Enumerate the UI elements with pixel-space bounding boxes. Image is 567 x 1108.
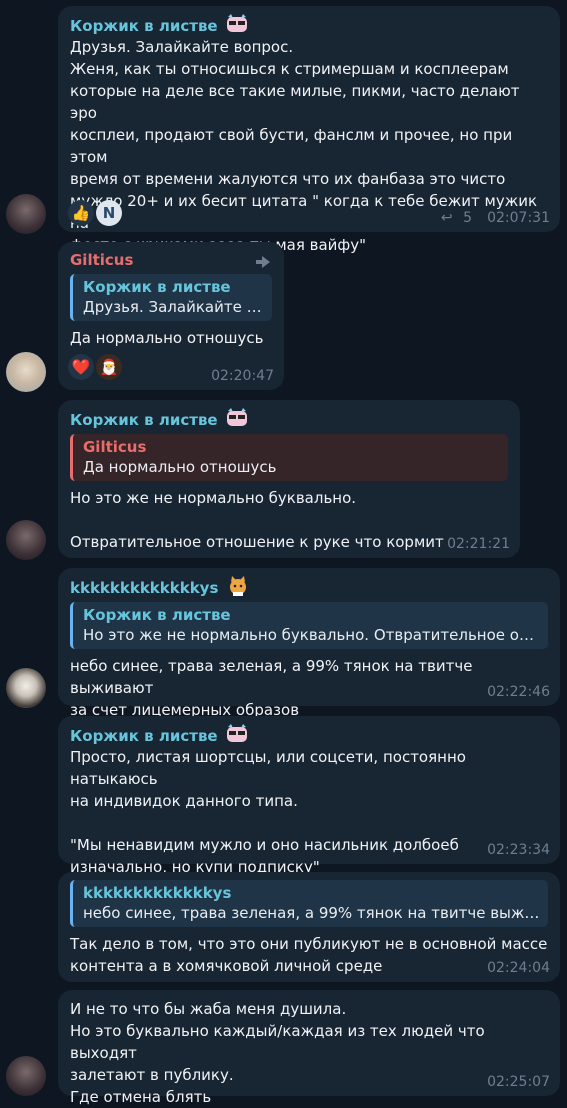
reply-preview[interactable]: kkkkkkkkkkkkkys небо синее, трава зелена… (70, 880, 548, 927)
forward-icon[interactable] (256, 254, 270, 268)
message-bubble[interactable]: kkkkkkkkkkkkkys Коржик в листве Но это ж… (58, 568, 560, 719)
reply-text: Да нормально отношусь (83, 458, 277, 476)
message-bubble[interactable]: Gilticus Коржик в листве Друзья. Залайка… (58, 242, 284, 390)
message-time: 02:07:31 (487, 210, 550, 226)
reply-text: Друзья. Залайкайте в... (83, 298, 264, 316)
message-text: Просто, листая шортсцы, или соцсети, пос… (70, 748, 471, 876)
reply-preview[interactable]: Коржик в листве Но это же не нормально б… (70, 602, 548, 649)
reply-preview[interactable]: Gilticus Да нормально отношусь (70, 434, 508, 481)
avatar[interactable] (6, 668, 46, 708)
message-bubble[interactable]: Коржик в листве Gilticus Да нормально от… (58, 400, 520, 558)
sender-name[interactable]: Коржик в листве (70, 14, 548, 36)
reply-author: kkkkkkkkkkkkkys (83, 884, 232, 902)
message-time: 02:24:04 (487, 960, 550, 976)
message-time: 02:23:34 (487, 842, 550, 858)
avatar[interactable] (6, 352, 46, 392)
message-text: И не то что бы жаба меня душила. Но это б… (70, 1000, 490, 1106)
avatar[interactable] (6, 194, 46, 234)
message-time: 02:25:07 (487, 1074, 550, 1090)
reply-text: Но это же не нормально буквально. Отврат… (83, 626, 540, 644)
message-bubble[interactable]: Коржик в листве Просто, листая шортсцы, … (58, 716, 560, 876)
reaction-thumbs-up[interactable]: 👍 (68, 200, 94, 226)
message-text: небо синее, трава зеленая, а 99% тянок н… (70, 657, 478, 719)
message-time: 02:20:47 (211, 368, 274, 384)
reply-author: Коржик в листве (83, 606, 231, 624)
reactions-bar: 👍 N (68, 200, 124, 226)
message-bubble[interactable]: kkkkkkkkkkkkkys небо синее, трава зелена… (58, 872, 560, 982)
sender-name[interactable]: kkkkkkkkkkkkkys (70, 576, 548, 598)
sticker-emoji-icon (226, 408, 247, 426)
sender-name[interactable]: Коржик в листве (70, 408, 508, 430)
message-bubble[interactable]: И не то что бы жаба меня душила. Но это б… (58, 990, 560, 1106)
message-text: Друзья. Залайкайте вопрос. Женя, как ты о… (70, 38, 538, 254)
cat-emoji-icon (229, 576, 246, 596)
sticker-emoji-icon (226, 724, 247, 742)
reactions-bar: ❤️ 🎅 (68, 354, 124, 380)
message-time: 02:21:21 (447, 536, 510, 552)
message-text: Так дело в том, что это они публикуют не… (70, 935, 548, 975)
message-bubble[interactable]: Коржик в листве Друзья. Залайкайте вопро… (58, 6, 560, 254)
sticker-emoji-icon (226, 14, 247, 32)
reply-author: Gilticus (83, 438, 147, 456)
reaction-heart[interactable]: ❤️ (68, 354, 94, 380)
reply-author: Коржик в листве (83, 278, 231, 296)
message-time: 02:22:46 (487, 684, 550, 700)
message-text: Но это же не нормально буквально. Отврати… (70, 489, 444, 551)
reaction-avatar-n[interactable]: N (96, 200, 122, 226)
message-text: Да нормально отношусь (70, 329, 264, 347)
sender-name[interactable]: Коржик в листве (70, 724, 548, 746)
reply-text: небо синее, трава зеленая, а 99% тянок н… (83, 904, 540, 922)
sender-name[interactable]: Gilticus (70, 250, 272, 270)
reply-preview[interactable]: Коржик в листве Друзья. Залайкайте в... (70, 274, 272, 321)
avatar[interactable] (6, 1056, 46, 1096)
avatar[interactable] (6, 520, 46, 560)
reaction-avatar[interactable]: 🎅 (96, 354, 122, 380)
reply-arrow-icon: ↩ (440, 210, 453, 226)
replies-counter[interactable]: ↩ 5 (441, 210, 472, 226)
